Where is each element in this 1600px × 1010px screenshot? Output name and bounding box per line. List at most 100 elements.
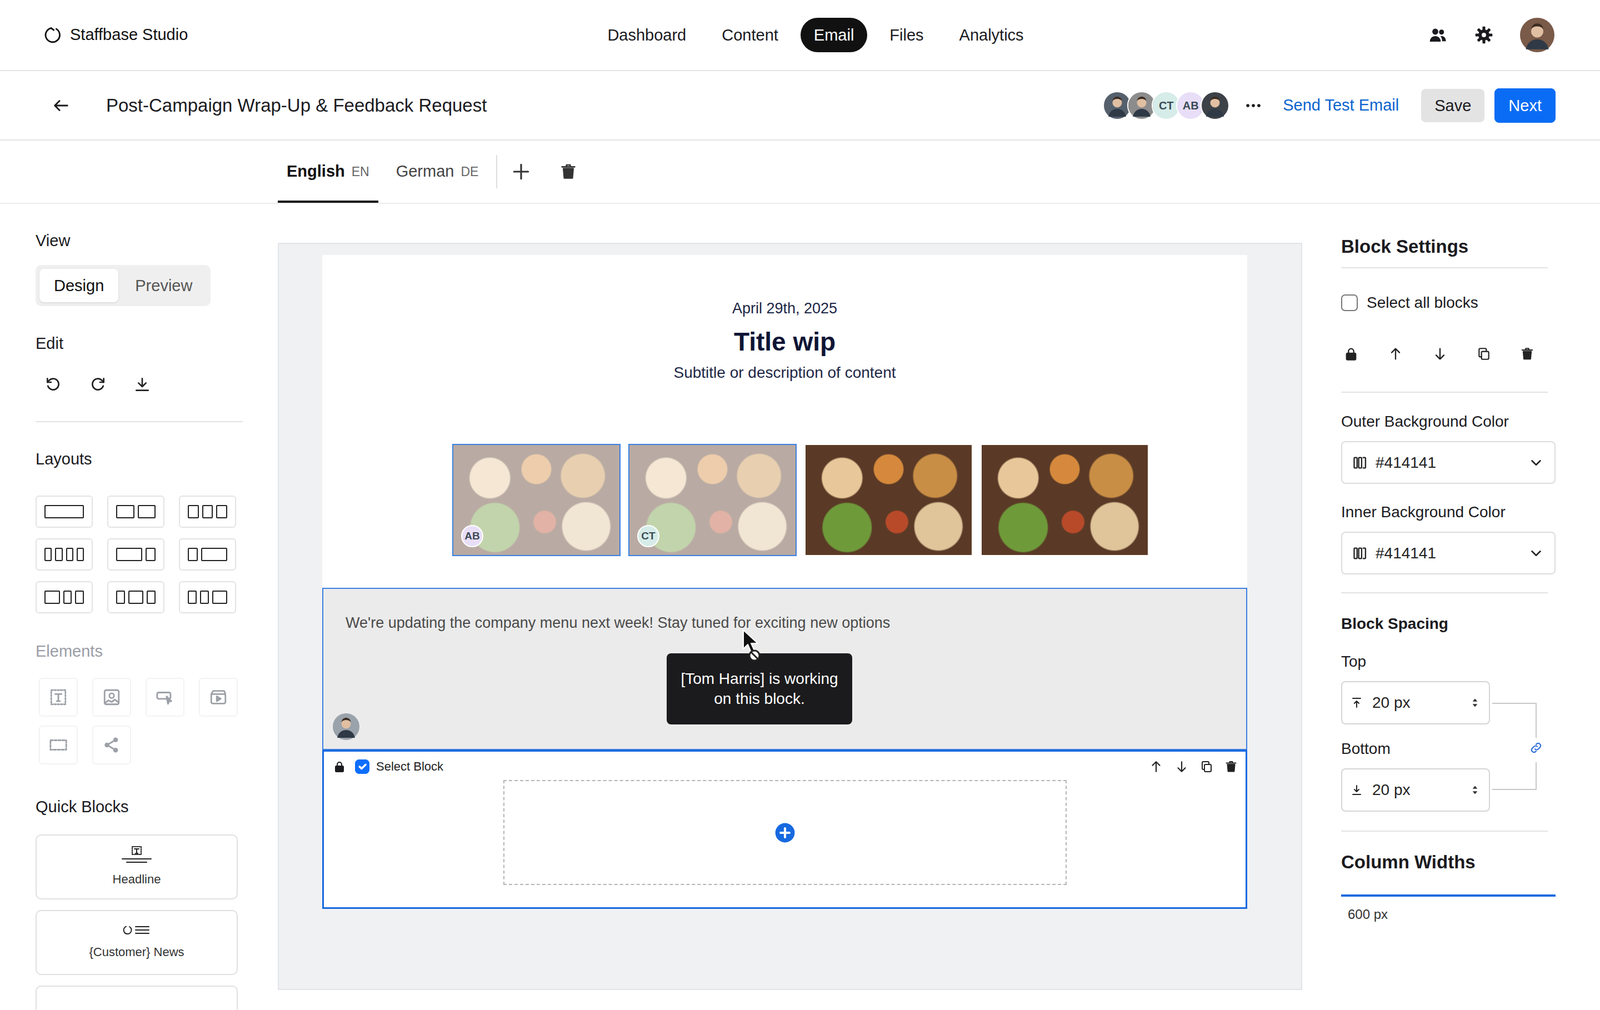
email-title: Post-Campaign Wrap-Up & Feedback Request	[106, 93, 487, 118]
editor-badge: CT	[637, 525, 660, 548]
stepper-icon[interactable]	[1467, 695, 1483, 710]
avatar-photo	[332, 713, 360, 740]
move-up-icon[interactable]	[1148, 759, 1164, 774]
gear-icon[interactable]	[1474, 25, 1494, 45]
layout-option[interactable]	[35, 581, 93, 614]
layout-column-icon	[44, 505, 84, 519]
quick-block-label: Headline	[112, 870, 162, 889]
back-arrow-icon[interactable]	[51, 96, 71, 115]
swatch-icon	[1352, 455, 1368, 471]
user-avatar[interactable]	[1520, 17, 1555, 53]
color-value: #414141	[1375, 541, 1437, 565]
divider	[35, 421, 243, 423]
lock-icon[interactable]	[332, 760, 347, 774]
avatar-photo	[1520, 17, 1555, 53]
language-code: DE	[460, 162, 479, 182]
column-width-slider[interactable]	[1341, 894, 1556, 897]
nav-item[interactable]: Content	[708, 17, 792, 53]
outer-background-select[interactable]: #414141	[1341, 441, 1556, 484]
add-content-icon[interactable]	[774, 822, 796, 844]
email-image[interactable]: CT	[628, 443, 797, 557]
people-icon[interactable]	[1427, 25, 1448, 45]
layout-option[interactable]	[178, 495, 237, 528]
quick-block[interactable]: Headline	[35, 834, 238, 900]
language-tabs: EnglishENGermanDE	[0, 140, 1600, 204]
tab-divider	[496, 155, 498, 189]
edit-label: Edit	[35, 333, 243, 354]
language-label: English	[286, 159, 345, 184]
email-image[interactable]: AB	[452, 443, 621, 557]
layout-column-icon	[116, 547, 143, 562]
editor-avatar	[332, 713, 360, 740]
move-down-icon[interactable]	[1432, 346, 1448, 362]
move-down-icon[interactable]	[1174, 759, 1189, 774]
text-block[interactable]: We're updating the company menu next wee…	[322, 587, 1248, 750]
inner-background-select[interactable]: #414141	[1341, 531, 1556, 575]
main-nav: DashboardContentEmailFilesAnalytics	[398, 17, 1233, 53]
move-up-icon[interactable]	[1387, 346, 1404, 362]
nav-item[interactable]: Files	[876, 17, 937, 53]
save-button[interactable]: Save	[1421, 88, 1485, 123]
delete-icon[interactable]	[1520, 346, 1535, 362]
add-language-icon[interactable]	[510, 161, 532, 183]
redo-icon[interactable]	[88, 375, 107, 394]
avatar-photo	[1103, 92, 1131, 119]
language-tab[interactable]: EnglishEN	[277, 140, 379, 203]
chevron-down-icon	[1527, 454, 1545, 472]
layout-option[interactable]	[107, 581, 165, 614]
spacing-bottom-icon	[1350, 783, 1364, 797]
email-subtitle: Subtitle or description of content	[322, 363, 1248, 383]
lock-all-icon[interactable]	[1343, 346, 1359, 362]
stepper-icon[interactable]	[1467, 782, 1483, 798]
send-test-email-link[interactable]: Send Test Email	[1282, 93, 1399, 118]
app-name: Staffbase Studio	[70, 22, 188, 48]
drop-zone[interactable]	[503, 780, 1067, 885]
avatar-photo	[1128, 92, 1155, 119]
layout-column-icon	[216, 505, 228, 519]
layout-column-icon	[137, 505, 157, 519]
layout-column-icon	[128, 590, 144, 604]
nav-item[interactable]: Analytics	[946, 17, 1038, 53]
spacer-element	[38, 725, 78, 765]
language-tab[interactable]: GermanDE	[387, 140, 488, 203]
email-image[interactable]	[980, 443, 1149, 557]
more-icon[interactable]	[1243, 96, 1263, 115]
view-option[interactable]: Preview	[120, 268, 207, 303]
select-block-checkbox[interactable]	[355, 759, 370, 774]
link-toggle[interactable]	[1528, 737, 1544, 763]
delete-language-icon[interactable]	[559, 162, 578, 181]
email-image[interactable]	[804, 443, 973, 557]
select-all-checkbox[interactable]	[1341, 294, 1358, 312]
swatch-icon	[1352, 545, 1368, 562]
delete-icon[interactable]	[1224, 759, 1238, 774]
layout-column-icon	[55, 547, 63, 562]
email-body: April 29th, 2025Title wipSubtitle or des…	[322, 255, 1248, 909]
top-bar: Staffbase Studio DashboardContentEmailFil…	[0, 0, 1600, 72]
layout-option[interactable]	[107, 538, 165, 571]
bottom-spacing-input[interactable]: 20 px	[1341, 768, 1490, 812]
nav-item[interactable]: Email	[800, 17, 868, 53]
brand[interactable]: Staffbase Studio	[43, 22, 399, 48]
duplicate-icon[interactable]	[1476, 346, 1492, 362]
quick-block[interactable]: {Customer} News	[35, 910, 238, 975]
layout-option[interactable]	[107, 495, 165, 528]
download-icon[interactable]	[133, 375, 152, 394]
link-icon	[1528, 740, 1544, 755]
layout-option[interactable]	[35, 538, 93, 571]
undo-icon[interactable]	[44, 375, 63, 394]
select-all-row[interactable]: Select all blocks	[1341, 292, 1556, 313]
selected-block[interactable]: Select Block	[322, 750, 1248, 909]
view-option[interactable]: Design	[39, 268, 119, 303]
next-button[interactable]: Next	[1494, 88, 1556, 123]
layout-option[interactable]	[178, 538, 237, 571]
outer-background-label: Outer Background Color	[1341, 412, 1556, 432]
nav-item[interactable]: Dashboard	[593, 17, 700, 53]
top-spacing-value: 20 px	[1372, 691, 1411, 715]
layout-option[interactable]	[178, 581, 237, 614]
top-spacing-input[interactable]: 20 px	[1341, 681, 1490, 725]
duplicate-icon[interactable]	[1200, 759, 1214, 774]
layout-option[interactable]	[35, 495, 93, 528]
quick-block[interactable]	[35, 985, 238, 1010]
layout-column-icon	[76, 547, 84, 562]
collaborator-avatar[interactable]	[1200, 91, 1230, 120]
